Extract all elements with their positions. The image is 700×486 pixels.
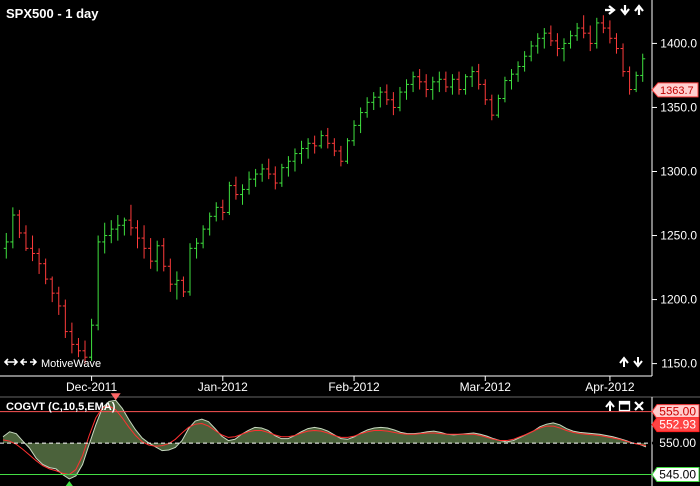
indicator-y-label: 555.00: [651, 404, 700, 420]
svg-text:555.00: 555.00: [659, 405, 696, 419]
svg-text:552.93: 552.93: [659, 418, 696, 432]
indicator-panel[interactable]: 555.00552.93 550.00 545.00 COGVT (C,10,5,E…: [0, 393, 700, 486]
indicator-title: COGVT (C,10,5,EMA): [6, 401, 116, 413]
price-y-tick-label: 1350.0: [660, 100, 697, 114]
x-tick-label: Mar-2012: [460, 380, 512, 394]
x-tick-label: Jan-2012: [198, 380, 248, 394]
x-tick-label: Dec-2011: [66, 380, 117, 394]
indicator-y-label: 552.93: [651, 417, 700, 433]
svg-text:545.00: 545.00: [659, 468, 696, 482]
x-tick-label: Apr-2012: [585, 380, 635, 394]
time-axis[interactable]: Dec-2011 Jan-2012 Feb-2012 Mar-2012 Apr-2012: [0, 375, 700, 396]
price-y-tick-label: 1200.0: [660, 293, 697, 307]
price-y-tick-label: 1250.0: [660, 229, 697, 243]
price-chart-title: SPX500 - 1 day: [6, 6, 99, 21]
last-price-label: 1363.7: [660, 85, 694, 97]
watermark: MotiveWave: [41, 358, 101, 370]
price-y-tick-label: 1150.0: [661, 357, 697, 371]
indicator-y-axis: 555.00552.93 550.00 545.00: [651, 404, 700, 483]
indicator-y-label: 550.00: [651, 435, 700, 451]
last-price-marker: 1363.7: [651, 82, 699, 98]
chart-frame: 1150.0 1200.0 1250.0 1300.0 1350.0 1400.0 SPX…: [0, 0, 700, 486]
indicator-y-label: 545.00: [651, 467, 700, 483]
price-y-tick-label: 1400.0: [660, 36, 697, 50]
price-panel[interactable]: 1150.0 1200.0 1250.0 1300.0 1350.0 1400.0 SPX…: [0, 0, 699, 376]
svg-text:550.00: 550.00: [659, 436, 696, 450]
x-tick-label: Feb-2012: [328, 380, 380, 394]
price-y-tick-label: 1300.0: [660, 164, 697, 178]
